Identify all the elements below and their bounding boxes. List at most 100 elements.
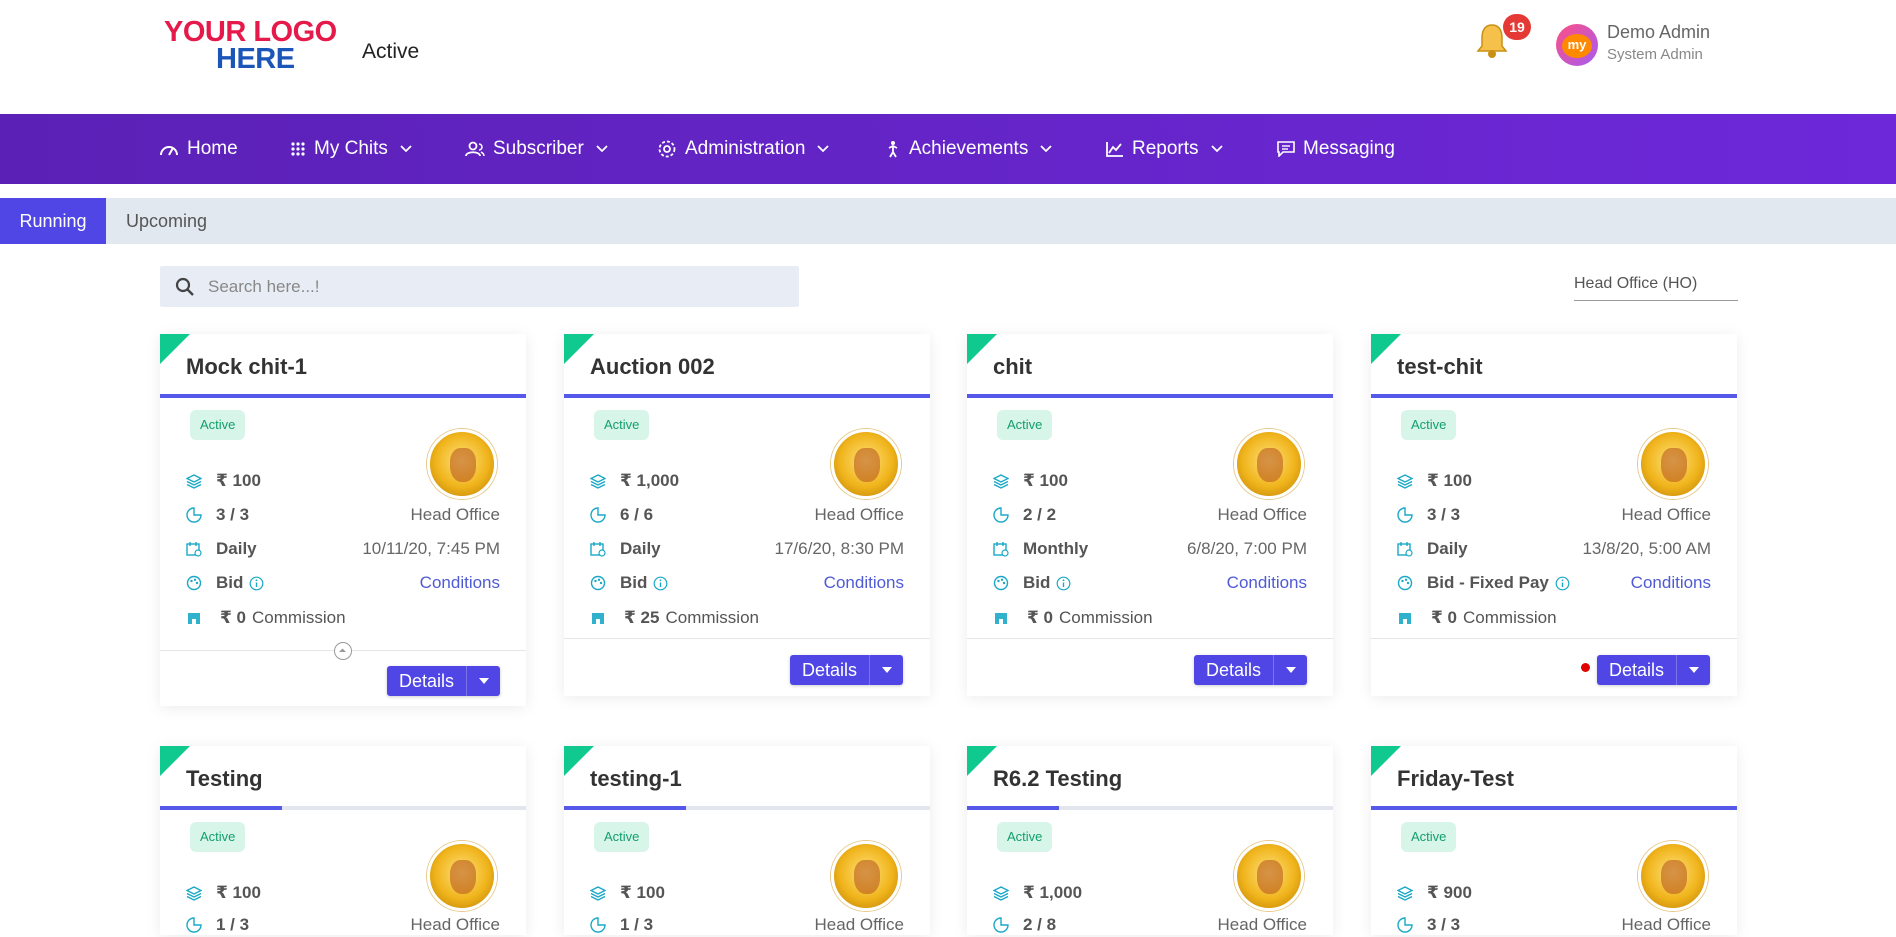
tab-running[interactable]: Running bbox=[0, 198, 106, 244]
nav-item-administration[interactable]: Administration bbox=[657, 114, 830, 184]
search-box bbox=[160, 266, 799, 307]
chit-card: testing-1 Active ₹ 100 1 / 3 Head Office bbox=[564, 746, 930, 935]
chit-frequency: Daily bbox=[216, 539, 257, 558]
chit-card: test-chit Active ₹ 100 3 / 3 Head Office… bbox=[1371, 334, 1737, 696]
store-icon bbox=[590, 610, 612, 626]
members-row: 6 / 6 Head Office bbox=[590, 503, 904, 527]
members-progress-bar bbox=[967, 394, 1333, 398]
members-progress-bar bbox=[160, 806, 526, 810]
commission-label: Commission bbox=[252, 608, 346, 627]
store-icon bbox=[993, 610, 1015, 626]
commission-value: ₹ 0 bbox=[1431, 608, 1458, 627]
chevron-up-icon[interactable] bbox=[334, 642, 352, 660]
nav-label: Administration bbox=[685, 138, 806, 159]
search-input[interactable] bbox=[208, 266, 788, 307]
palette-icon bbox=[993, 575, 1015, 591]
chevron-down-icon bbox=[400, 145, 412, 153]
info-icon[interactable] bbox=[249, 576, 264, 591]
auction-type: Bid - Fixed Pay bbox=[1427, 573, 1549, 592]
chit-title[interactable]: Friday-Test bbox=[1397, 766, 1514, 792]
status-tabs: Running Upcoming bbox=[0, 198, 1896, 244]
chit-frequency: Daily bbox=[1427, 539, 1468, 558]
chit-members: 3 / 3 bbox=[1427, 505, 1461, 524]
chit-title[interactable]: testing-1 bbox=[590, 766, 682, 792]
details-dropdown-toggle[interactable] bbox=[1273, 655, 1308, 685]
chit-title[interactable]: test-chit bbox=[1397, 354, 1483, 380]
chevron-down-icon bbox=[817, 145, 830, 153]
tab-upcoming[interactable]: Upcoming bbox=[126, 198, 207, 244]
layers-icon bbox=[1397, 473, 1419, 489]
status-badge: Active bbox=[1401, 822, 1457, 852]
status-badge: Active bbox=[594, 822, 650, 852]
details-dropdown-toggle[interactable] bbox=[466, 666, 501, 696]
chit-title[interactable]: R6.2 Testing bbox=[993, 766, 1122, 792]
conditions-link[interactable]: Conditions bbox=[1227, 573, 1307, 593]
members-progress-bar bbox=[1371, 806, 1737, 810]
chit-card: Friday-Test Active ₹ 900 3 / 3 Head Offi… bbox=[1371, 746, 1737, 935]
branch-select[interactable]: Head Office (HO) bbox=[1574, 275, 1738, 301]
chit-members: 1 / 3 bbox=[216, 915, 250, 934]
message-icon bbox=[1277, 141, 1295, 157]
chit-title[interactable]: Testing bbox=[186, 766, 263, 792]
chit-title[interactable]: Mock chit-1 bbox=[186, 354, 307, 380]
nav-item-achievements[interactable]: Achievements bbox=[885, 114, 1052, 184]
nav-item-subscriber[interactable]: Subscriber bbox=[465, 114, 608, 184]
chit-title[interactable]: Auction 002 bbox=[590, 354, 715, 380]
nav-label: Reports bbox=[1132, 138, 1199, 159]
commission-row: ₹ 0 Commission bbox=[1397, 606, 1711, 630]
commission-label: Commission bbox=[665, 608, 759, 627]
user-name[interactable]: Demo Admin bbox=[1607, 22, 1710, 43]
info-icon[interactable] bbox=[1555, 576, 1570, 591]
nav-item-reports[interactable]: Reports bbox=[1106, 114, 1223, 184]
conditions-link[interactable]: Conditions bbox=[824, 573, 904, 593]
status-badge: Active bbox=[190, 410, 246, 440]
chit-members: 3 / 3 bbox=[1427, 915, 1461, 934]
amount-row: ₹ 100 bbox=[186, 469, 500, 493]
pie-chart-icon bbox=[1397, 917, 1419, 933]
chart-icon bbox=[1106, 142, 1123, 157]
details-button-group: Details bbox=[790, 655, 904, 685]
chit-title[interactable]: chit bbox=[993, 354, 1032, 380]
amount-row: ₹ 100 bbox=[993, 469, 1307, 493]
details-button[interactable]: Details bbox=[1194, 655, 1274, 685]
info-icon[interactable] bbox=[653, 576, 668, 591]
nav-item-my-chits[interactable]: My Chits bbox=[290, 114, 412, 184]
status-badge: Active bbox=[997, 410, 1053, 440]
auction-type: Bid bbox=[620, 573, 648, 592]
chit-amount: ₹ 1,000 bbox=[620, 471, 680, 490]
pie-chart-icon bbox=[1397, 507, 1419, 523]
details-button-group: Details bbox=[1194, 655, 1308, 685]
commission-label: Commission bbox=[1059, 608, 1153, 627]
amount-row: ₹ 1,000 bbox=[590, 469, 904, 493]
chit-members: 1 / 3 bbox=[620, 915, 654, 934]
nav-label: Subscriber bbox=[493, 138, 584, 159]
pie-chart-icon bbox=[186, 917, 208, 933]
nav-label: Achievements bbox=[909, 138, 1029, 159]
layers-icon bbox=[1397, 885, 1419, 901]
users-icon bbox=[465, 141, 485, 157]
chit-amount: ₹ 100 bbox=[216, 471, 261, 490]
details-button[interactable]: Details bbox=[1597, 655, 1677, 685]
nav-label: Home bbox=[187, 138, 238, 159]
nav-item-home[interactable]: Home bbox=[159, 114, 238, 184]
details-button[interactable]: Details bbox=[387, 666, 467, 696]
chit-next-date: 13/8/20, 5:00 AM bbox=[1582, 539, 1711, 558]
avatar[interactable]: my bbox=[1556, 24, 1598, 66]
chit-amount: ₹ 100 bbox=[1427, 471, 1472, 490]
details-button[interactable]: Details bbox=[790, 655, 870, 685]
company-logo[interactable]: YOUR LOGO HERE bbox=[164, 16, 337, 75]
commission-row: ₹ 25 Commission bbox=[590, 606, 904, 630]
conditions-link[interactable]: Conditions bbox=[420, 573, 500, 593]
amount-row: ₹ 1,000 bbox=[993, 881, 1307, 905]
schedule-row: Daily 13/8/20, 5:00 AM bbox=[1397, 537, 1711, 561]
grid-icon bbox=[291, 142, 305, 156]
calendar-clock-icon bbox=[590, 541, 612, 557]
nav-item-messaging[interactable]: Messaging bbox=[1277, 114, 1395, 184]
info-icon[interactable] bbox=[1056, 576, 1071, 591]
details-dropdown-toggle[interactable] bbox=[1676, 655, 1711, 685]
details-dropdown-toggle[interactable] bbox=[869, 655, 904, 685]
members-row: 1 / 3 Head Office bbox=[590, 913, 904, 937]
status-badge: Active bbox=[190, 822, 246, 852]
conditions-link[interactable]: Conditions bbox=[1631, 573, 1711, 593]
chit-branch: Head Office bbox=[1217, 915, 1307, 934]
